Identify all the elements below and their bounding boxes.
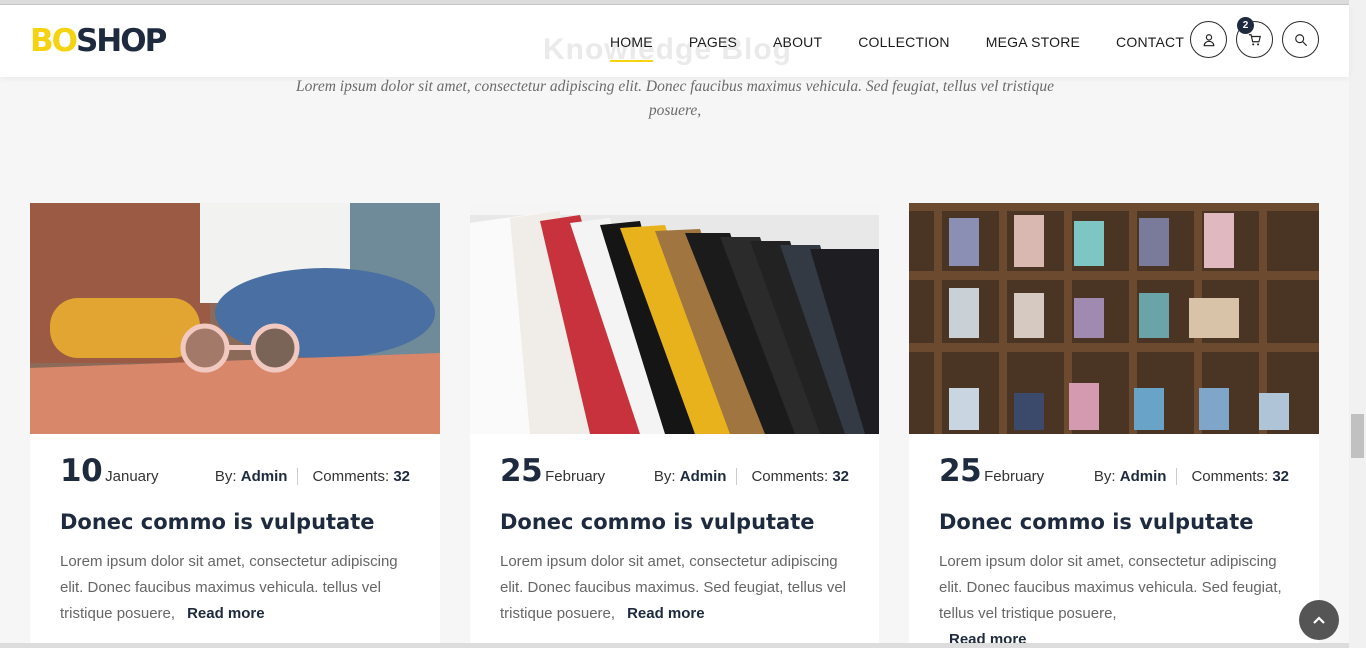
read-more-link[interactable]: Read more	[627, 605, 705, 622]
post-day: 10	[60, 453, 103, 489]
post-comments: Comments: 32	[1177, 468, 1289, 485]
comment-count: 32	[832, 468, 849, 485]
post-meta: 10 January By: Admin Comments: 32	[60, 453, 410, 489]
chevron-up-icon	[1313, 616, 1325, 624]
post-title[interactable]: Donec commo is vulputate	[500, 510, 815, 534]
by-label: By:	[214, 468, 237, 485]
cart-icon	[1248, 33, 1261, 45]
post-title[interactable]: Donec commo is vulputate	[939, 510, 1254, 534]
cart-count-badge: 2	[1237, 17, 1254, 34]
post-comments: Comments: 32	[737, 468, 849, 485]
post-excerpt: Lorem ipsum dolor sit amet, consectetur …	[60, 549, 420, 627]
post-image-spools[interactable]	[909, 203, 1319, 434]
comment-count: 32	[1272, 468, 1289, 485]
post-excerpt: Lorem ipsum dolor sit amet, consectetur …	[500, 549, 860, 627]
post-month: February	[984, 468, 1045, 485]
author-name[interactable]: Admin	[241, 468, 288, 485]
by-label: By:	[653, 468, 676, 485]
post-image-shirts[interactable]	[470, 203, 879, 434]
comments-label: Comments:	[1191, 468, 1269, 485]
nav-pages[interactable]: PAGES	[689, 34, 737, 50]
nav-collection[interactable]: COLLECTION	[858, 34, 949, 50]
shirts-rack-illustration	[470, 203, 879, 434]
back-to-top-button[interactable]	[1299, 600, 1339, 640]
cart-button[interactable]: 2	[1236, 17, 1273, 58]
thread-spools-illustration	[909, 203, 1319, 434]
logo-part-bo: BO	[30, 23, 78, 59]
page-scrollbar[interactable]	[1349, 0, 1366, 648]
comment-count: 32	[393, 468, 410, 485]
nav-about[interactable]: ABOUT	[773, 34, 822, 50]
next-section-strip	[0, 643, 1349, 648]
search-icon	[1294, 33, 1307, 46]
post-month: February	[545, 468, 606, 485]
nav-contact[interactable]: CONTACT	[1116, 34, 1184, 50]
read-more-link[interactable]: Read more	[187, 605, 265, 622]
post-month: January	[105, 468, 159, 485]
author-name[interactable]: Admin	[680, 468, 727, 485]
blog-card: 25 February By: Admin Comments: 32 Donec…	[470, 203, 879, 648]
blog-card: 25 February By: Admin Comments: 32 Donec…	[909, 203, 1319, 648]
site-header: Knowledge Blog BOSHOP HOME PAGES ABOUT C…	[0, 5, 1349, 77]
nav-home[interactable]: HOME	[610, 34, 653, 62]
search-button[interactable]	[1282, 21, 1319, 58]
logo-part-shop: SHOP	[75, 23, 167, 59]
scrollbar-thumb[interactable]	[1351, 414, 1364, 458]
post-excerpt: Lorem ipsum dolor sit amet, consectetur …	[939, 549, 1299, 648]
post-title[interactable]: Donec commo is vulputate	[60, 510, 375, 534]
sunglasses-illustration	[30, 203, 440, 434]
excerpt-text: Lorem ipsum dolor sit amet, consectetur …	[939, 553, 1282, 622]
post-comments: Comments: 32	[298, 468, 410, 485]
post-image-sunglasses[interactable]	[30, 203, 440, 434]
main-nav: HOME PAGES ABOUT COLLECTION MEGA STORE C…	[610, 34, 1184, 62]
comments-label: Comments:	[312, 468, 390, 485]
post-meta: 25 February By: Admin Comments: 32	[939, 453, 1289, 489]
blog-card: 10 January By: Admin Comments: 32 Donec …	[30, 203, 440, 648]
comments-label: Comments:	[751, 468, 829, 485]
user-icon	[1203, 33, 1214, 46]
blog-intro-text: Lorem ipsum dolor sit amet, consectetur …	[296, 78, 1054, 119]
author-name[interactable]: Admin	[1120, 468, 1167, 485]
post-day: 25	[939, 453, 982, 489]
nav-mega-store[interactable]: MEGA STORE	[986, 34, 1080, 50]
post-author: By: Admin	[654, 468, 738, 485]
account-button[interactable]	[1190, 21, 1227, 58]
post-author: By: Admin	[215, 468, 299, 485]
post-author: By: Admin	[1094, 468, 1178, 485]
post-day: 25	[500, 453, 543, 489]
logo[interactable]: BOSHOP	[30, 23, 167, 59]
by-label: By:	[1093, 468, 1116, 485]
post-meta: 25 February By: Admin Comments: 32	[500, 453, 849, 489]
